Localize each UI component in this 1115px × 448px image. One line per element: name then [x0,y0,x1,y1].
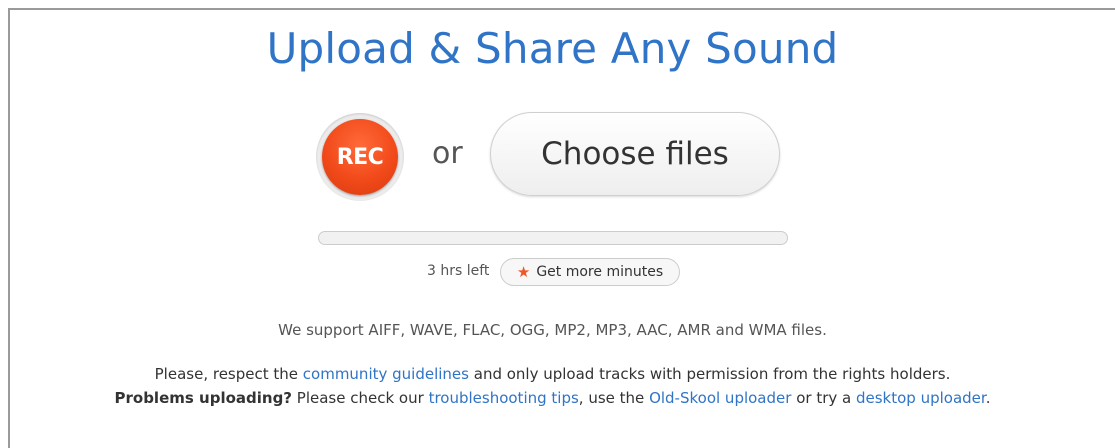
guidelines-text-b: and only upload tracks with permission f… [473,365,951,383]
or-separator: or [432,136,463,171]
troubleshooting-tips-link[interactable]: troubleshooting tips [429,389,579,407]
record-button[interactable]: REC [316,113,404,201]
page-title: Upload & Share Any Sound [266,24,839,73]
choose-files-button[interactable]: Choose files [490,112,780,196]
problems-text-c: or try a [796,389,852,407]
get-more-minutes-label: Get more minutes [536,264,664,280]
problems-text-d: . [985,389,991,407]
get-more-minutes-button[interactable]: ★ Get more minutes [500,258,680,286]
community-guidelines-link[interactable]: community guidelines [303,365,469,383]
old-skool-uploader-link[interactable]: Old-Skool uploader [649,389,791,407]
star-icon: ★ [516,262,531,281]
problems-text-a: Please check our [296,389,424,407]
record-button-label: REC [322,119,398,195]
problems-text-b: , use the [578,389,645,407]
supported-formats-text: We support AIFF, WAVE, FLAC, OGG, MP2, M… [278,321,827,339]
guidelines-notice: Please, respect the community guidelines… [0,365,1105,383]
desktop-uploader-link[interactable]: desktop uploader [856,389,986,407]
guidelines-text-a: Please, respect the [154,365,298,383]
problems-notice: Problems uploading? Please check our tro… [0,389,1105,407]
time-left-text: 3 hrs left [427,263,490,279]
upload-quota-progress-bar [318,231,788,245]
problems-heading: Problems uploading? [114,389,293,407]
